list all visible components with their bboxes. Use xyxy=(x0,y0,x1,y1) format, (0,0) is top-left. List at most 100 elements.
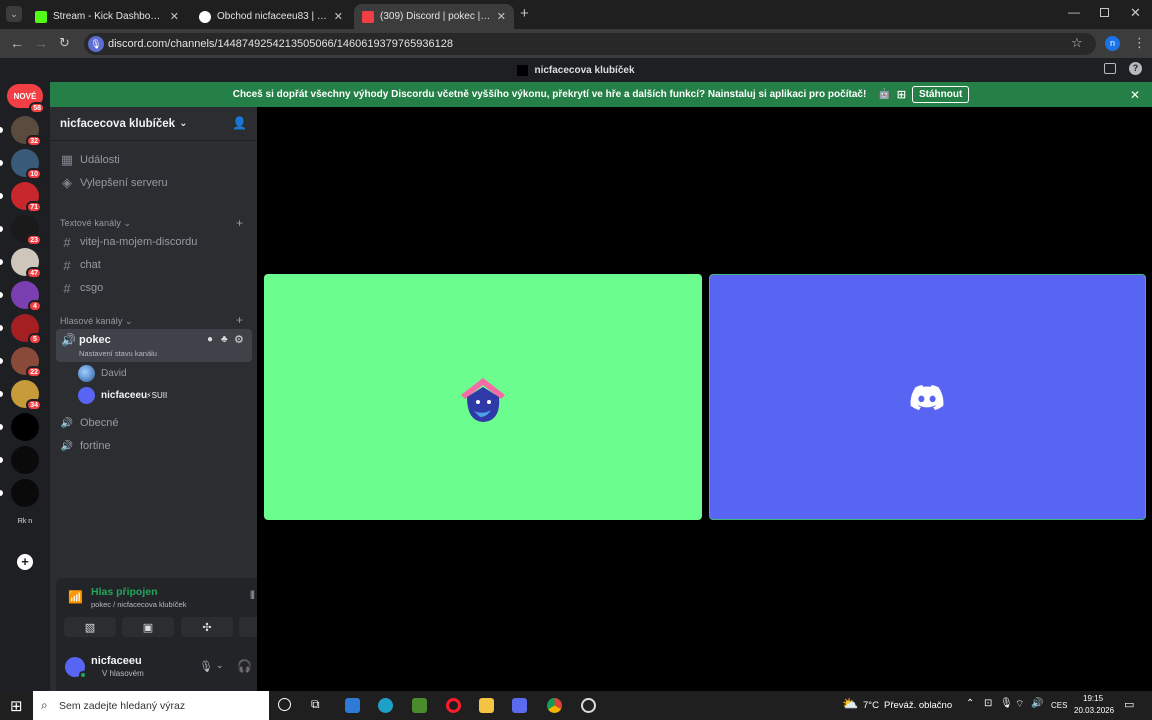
gear-icon[interactable]: ⚙ xyxy=(234,333,244,346)
weather-icon[interactable]: ⛅ xyxy=(842,696,858,712)
weather-temp[interactable]: 7°C xyxy=(863,700,879,711)
close-banner-icon[interactable]: ✕ xyxy=(1130,88,1140,102)
microphone-icon[interactable]: 🎙 xyxy=(199,660,213,673)
site-info-icon[interactable]: 🎙 xyxy=(88,36,104,52)
voice-category[interactable]: Hlasové kanály ⌄ xyxy=(60,316,133,327)
server-icon[interactable] xyxy=(0,413,39,441)
server-icon[interactable]: 47 xyxy=(0,248,42,279)
invite-people-icon[interactable]: 👤 xyxy=(232,116,247,130)
close-tab-icon[interactable]: ✕ xyxy=(170,10,179,23)
text-channel-item[interactable]: # csgo xyxy=(56,277,252,299)
camera-button[interactable]: ▧ xyxy=(64,617,116,637)
channel-status-hint[interactable]: Nastavení stavu kanálu xyxy=(79,349,157,358)
server-icon[interactable]: 22 xyxy=(0,347,42,378)
participant-tile-david[interactable] xyxy=(264,274,702,520)
text-category[interactable]: Textové kanály ⌄ xyxy=(60,218,131,229)
voice-channel-item[interactable]: 🔊 fortine xyxy=(56,435,252,457)
participant-tile-nicfaceeu[interactable] xyxy=(709,274,1146,520)
user-status: V hlasovém xyxy=(102,669,144,678)
chat-icon[interactable]: ● xyxy=(207,334,213,345)
tab-discord[interactable]: (309) Discord | pokec | nicfacecova klub… xyxy=(354,4,514,29)
tab-shop[interactable]: Obchod nicfaceeu83 | Nejlepší ✕ xyxy=(191,4,351,29)
server-icon[interactable] xyxy=(0,479,39,507)
new-servers-button[interactable]: NOVÉ 58 xyxy=(7,84,45,114)
screenshare-button[interactable]: ▣ xyxy=(122,617,174,637)
noise-suppression-icon[interactable]: ⦀ xyxy=(250,590,255,603)
calendar-icon: ▦ xyxy=(60,152,74,167)
voice-member-nicfaceeu[interactable]: nicfaceeu ⚡SUII xyxy=(78,386,248,406)
taskbar-search-input[interactable]: ⌕ Sem zadejte hledaný výraz xyxy=(33,691,269,720)
activities-button[interactable]: ✣ xyxy=(181,617,233,637)
forward-icon[interactable]: → xyxy=(34,35,48,51)
voice-status[interactable]: Hlas připojen xyxy=(91,586,158,598)
wifi-icon[interactable]: ⌔ xyxy=(1015,698,1024,711)
text-channel-item[interactable]: # vitej-na-mojem-discordu xyxy=(56,231,252,253)
close-tab-icon[interactable]: ✕ xyxy=(334,10,343,23)
server-icon[interactable]: 10 xyxy=(0,149,42,180)
server-icon[interactable]: 4 xyxy=(0,281,42,312)
invite-icon[interactable]: ♣ xyxy=(221,334,228,345)
server-icon[interactable]: 71 xyxy=(0,182,42,213)
chrome-icon[interactable] xyxy=(547,698,562,713)
unread-indicator xyxy=(0,391,3,397)
close-tab-icon[interactable]: ✕ xyxy=(497,10,506,23)
server-icon[interactable] xyxy=(0,446,39,474)
maximize-icon[interactable] xyxy=(1100,8,1109,17)
opera-icon[interactable] xyxy=(446,698,461,713)
clock-date[interactable]: 20.03.2026 xyxy=(1074,706,1114,715)
volume-icon[interactable]: 🔊 xyxy=(1031,698,1043,709)
new-tab-button[interactable]: + xyxy=(520,5,529,22)
add-server-button[interactable]: + xyxy=(17,554,33,570)
mic-tray-icon[interactable]: 🎙 xyxy=(1000,698,1013,709)
close-window-icon[interactable]: ✕ xyxy=(1130,5,1141,21)
reload-icon[interactable]: ↻ xyxy=(59,35,70,51)
activities-icon: ✣ xyxy=(202,621,212,634)
server-icon[interactable]: 34 xyxy=(0,380,42,411)
server-folder[interactable]: Rk n xyxy=(11,508,39,536)
voice-channel-item[interactable]: 🔊 Obecné xyxy=(56,412,252,434)
headphones-icon[interactable]: 🎧 xyxy=(237,659,252,673)
menu-icon[interactable]: ⋮ xyxy=(1133,35,1146,51)
bookmark-star-icon[interactable]: ☆ xyxy=(1071,35,1083,51)
help-icon[interactable]: ? xyxy=(1129,62,1142,75)
chevron-down-icon[interactable]: ⌄ xyxy=(216,660,224,671)
minecraft-icon[interactable] xyxy=(412,698,427,713)
clock-time[interactable]: 19:15 xyxy=(1083,694,1103,703)
voice-location[interactable]: pokec / nicfacecova klubíček xyxy=(91,600,186,609)
events-item[interactable]: ▦ Události xyxy=(56,149,252,171)
voice-channel-pokec[interactable]: 🔊 pokec Nastavení stavu kanálu ● ♣ ⚙ xyxy=(56,329,252,362)
task-view-icon[interactable]: ⧉ xyxy=(311,697,320,712)
file-explorer-icon[interactable] xyxy=(479,698,494,713)
notifications-icon[interactable]: ▭ xyxy=(1124,698,1134,711)
windows-start-icon[interactable]: ⊞ xyxy=(10,697,23,715)
tab-search-icon[interactable]: ⌄ xyxy=(6,6,22,22)
url-field[interactable]: 🎙 discord.com/channels/14487492542135050… xyxy=(84,33,1096,55)
cortana-icon[interactable] xyxy=(278,698,291,711)
obs-icon[interactable] xyxy=(581,698,596,713)
tray-chevron-up-icon[interactable]: ⌃ xyxy=(966,698,974,709)
create-voice-channel-icon[interactable]: + xyxy=(236,313,243,327)
network-app-icon[interactable] xyxy=(345,698,360,713)
server-icon[interactable]: 5 xyxy=(0,314,42,345)
tab-kick[interactable]: Stream - Kick Dashboard ✕ xyxy=(27,4,187,29)
create-text-channel-icon[interactable]: + xyxy=(236,216,243,230)
inbox-icon[interactable] xyxy=(1104,63,1116,74)
server-boost-item[interactable]: ◈ Vylepšení serveru xyxy=(56,172,252,194)
voice-member-david[interactable]: David xyxy=(78,364,248,384)
server-thumb-icon xyxy=(517,64,529,76)
streaming-app-icon[interactable] xyxy=(512,698,527,713)
username[interactable]: nicfaceeu xyxy=(91,655,142,667)
weather-desc[interactable]: Převáž. oblačno xyxy=(884,700,952,711)
edge-icon[interactable] xyxy=(378,698,393,713)
minimize-icon[interactable]: — xyxy=(1068,5,1080,19)
download-button[interactable]: Stáhnout xyxy=(911,86,970,103)
server-header[interactable]: nicfacecova klubíček ⌄ 👤 xyxy=(50,107,257,141)
input-language[interactable]: CES xyxy=(1051,701,1067,710)
profile-avatar[interactable]: n xyxy=(1105,36,1120,51)
server-icon[interactable]: 23 xyxy=(0,215,42,246)
server-icon[interactable]: 32 xyxy=(0,116,42,147)
text-channel-item[interactable]: # chat xyxy=(56,254,252,276)
network-icon[interactable]: ⊡ xyxy=(984,698,992,709)
channel-name: fortine xyxy=(80,440,111,452)
back-icon[interactable]: ← xyxy=(10,35,24,51)
